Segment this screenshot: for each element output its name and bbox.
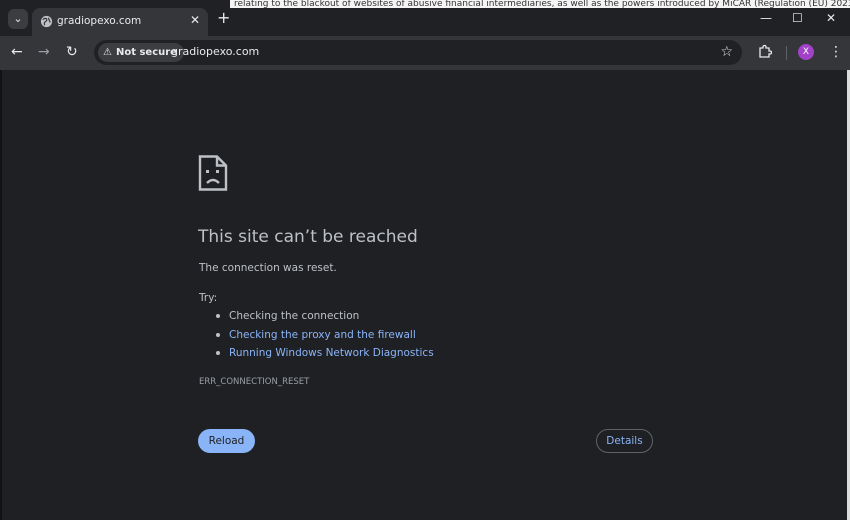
reload-icon: ↻ bbox=[66, 44, 78, 60]
chevron-down-icon: ⌄ bbox=[13, 12, 23, 25]
tab-close-icon[interactable]: ✕ bbox=[190, 13, 200, 27]
arrow-right-icon: → bbox=[38, 44, 50, 60]
suggestion-network-diagnostics-link[interactable]: Running Windows Network Diagnostics bbox=[216, 346, 434, 365]
reload-page-button[interactable]: ↻ bbox=[66, 44, 78, 60]
suggestion-check-proxy-link[interactable]: Checking the proxy and the firewall bbox=[216, 328, 434, 347]
address-bar[interactable]: ⚠ Not secure gradiopexo.com ☆ bbox=[94, 40, 742, 65]
close-window-button[interactable]: ✕ bbox=[826, 11, 836, 25]
left-window-edge bbox=[0, 70, 2, 520]
new-tab-button[interactable]: + bbox=[217, 9, 230, 27]
url-text[interactable]: gradiopexo.com bbox=[171, 45, 259, 58]
bookmark-star-icon[interactable]: ☆ bbox=[720, 44, 733, 60]
more-menu-icon[interactable]: ⋮ bbox=[829, 44, 843, 60]
details-button[interactable]: Details bbox=[596, 429, 653, 453]
profile-avatar[interactable]: X bbox=[798, 44, 814, 60]
forward-button[interactable]: → bbox=[38, 44, 50, 60]
globe-icon bbox=[40, 15, 53, 28]
tab-title: gradiopexo.com bbox=[57, 15, 142, 27]
minimize-button[interactable]: — bbox=[760, 11, 772, 25]
tab-search-button[interactable]: ⌄ bbox=[8, 9, 28, 29]
error-code: ERR_CONNECTION_RESET bbox=[199, 377, 310, 387]
browser-tab[interactable]: gradiopexo.com ✕ bbox=[32, 8, 208, 36]
error-description: The connection was reset. bbox=[199, 262, 337, 274]
background-page-text: relating to the blackout of websites of … bbox=[230, 0, 850, 8]
extensions-puzzle-icon[interactable] bbox=[758, 44, 772, 58]
browser-toolbar: ← → ↻ ⚠ Not secure gradiopexo.com ☆ X ⋮ bbox=[0, 36, 850, 70]
security-label: Not secure bbox=[115, 47, 177, 58]
sad-file-icon bbox=[198, 155, 228, 191]
maximize-button[interactable]: ☐ bbox=[792, 11, 803, 25]
suggestion-check-connection: Checking the connection bbox=[216, 309, 434, 328]
try-label: Try: bbox=[199, 292, 218, 304]
arrow-left-icon: ← bbox=[11, 44, 23, 60]
reload-button[interactable]: Reload bbox=[198, 429, 255, 453]
error-title: This site can’t be reached bbox=[198, 227, 418, 247]
suggestion-list: Checking the connection Checking the pro… bbox=[216, 309, 434, 365]
toolbar-divider bbox=[786, 46, 787, 60]
back-button[interactable]: ← bbox=[11, 44, 23, 60]
warning-icon: ⚠ bbox=[103, 47, 112, 58]
